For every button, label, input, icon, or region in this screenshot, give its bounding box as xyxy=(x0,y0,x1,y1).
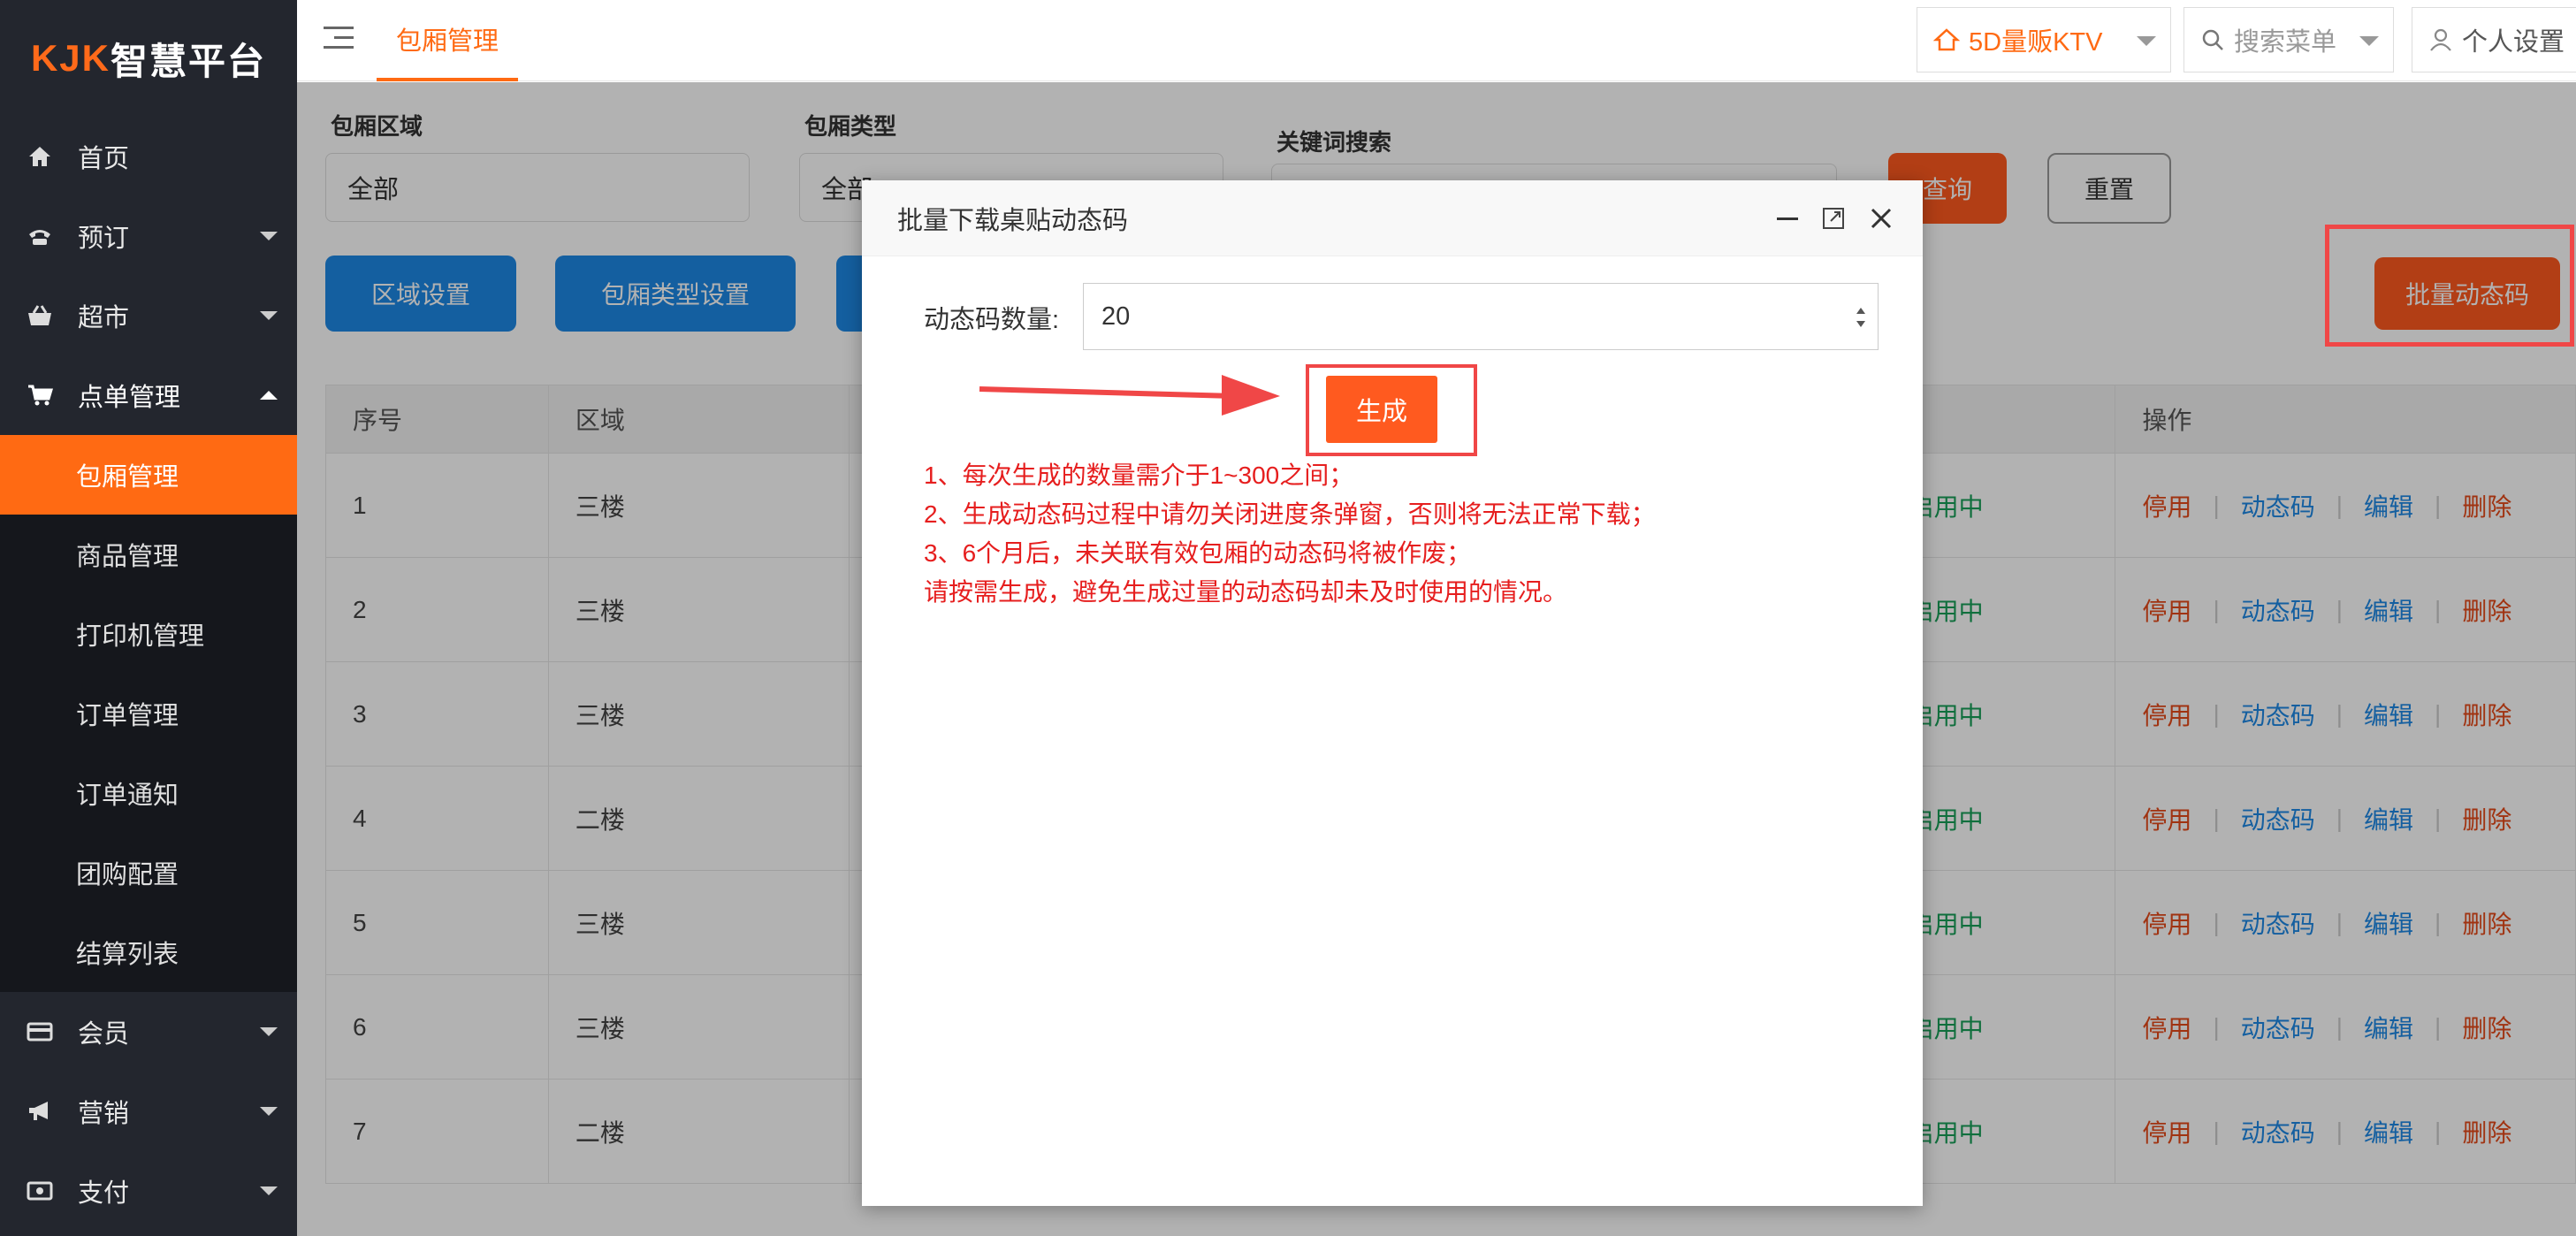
annotation-arrow xyxy=(979,375,1280,416)
